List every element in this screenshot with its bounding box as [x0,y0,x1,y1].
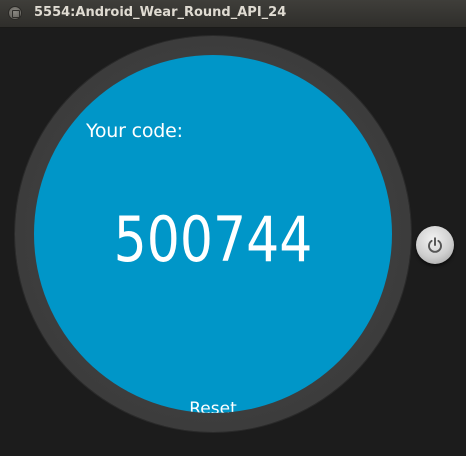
watch-screen[interactable]: Your code: 500744 Reset [34,55,392,413]
window-title: 5554:Android_Wear_Round_API_24 [34,5,287,20]
power-button[interactable] [416,226,454,264]
code-prompt-label: Your code: [86,120,183,142]
code-value: 500744 [113,203,313,276]
window-titlebar: 5554:Android_Wear_Round_API_24 [0,0,466,28]
window-close-icon[interactable] [8,6,22,20]
power-icon [428,237,442,253]
reset-button[interactable]: Reset [34,399,392,413]
